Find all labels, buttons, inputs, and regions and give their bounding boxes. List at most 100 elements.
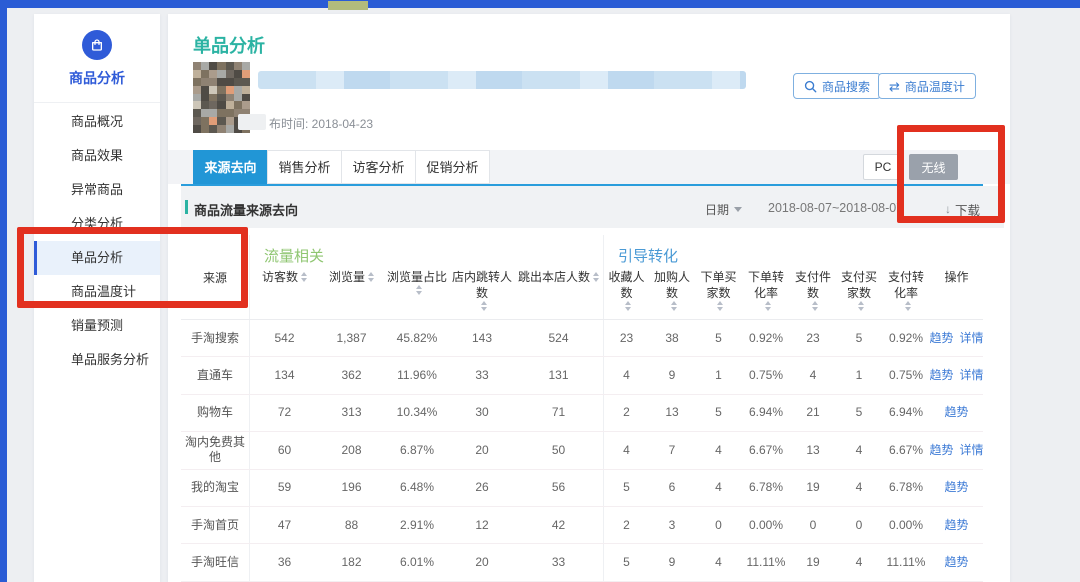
- listing-time: 布时间: 2018-04-23: [269, 115, 373, 132]
- main-panel: 单品分析 布时间: 2018-04-23 商品搜索 ⇄ 商品温度计 来源去向销售…: [168, 14, 1010, 582]
- sort-icon[interactable]: [765, 301, 771, 311]
- trend-link[interactable]: 趋势: [944, 405, 968, 420]
- trend-link[interactable]: 趋势: [930, 368, 954, 383]
- action-cell: 趋势详情: [930, 432, 983, 468]
- sort-up-arrow: [905, 301, 911, 305]
- value-cell: 4: [695, 470, 742, 506]
- tab[interactable]: 销售分析: [267, 150, 342, 184]
- sort-icon[interactable]: [717, 301, 723, 311]
- product-thermometer-button[interactable]: ⇄ 商品温度计: [878, 73, 976, 99]
- sort-icon[interactable]: [593, 272, 599, 282]
- value-cell: 4: [790, 357, 836, 393]
- sidebar-title: 商品分析: [34, 68, 160, 88]
- column-header: 浏览量: [319, 267, 384, 319]
- sort-up-arrow: [416, 285, 422, 289]
- sort-icon[interactable]: [368, 272, 374, 282]
- column-header-label: 下单买家数: [697, 269, 740, 301]
- sidebar-item[interactable]: 商品效果: [34, 139, 160, 173]
- download-button[interactable]: ↓下载: [945, 200, 980, 219]
- column-header-label: 收藏人数: [606, 269, 647, 301]
- table-row: 直通车13436211.96%331314910.75%410.75%趋势详情: [181, 357, 983, 394]
- source-cell: 直通车: [181, 357, 249, 393]
- sidebar-item[interactable]: 单品服务分析: [34, 343, 160, 377]
- table-row: 手淘搜索5421,38745.82%143524233850.92%2350.9…: [181, 320, 983, 357]
- detail-link[interactable]: 详情: [960, 443, 984, 458]
- product-search-button[interactable]: 商品搜索: [793, 73, 881, 99]
- sort-down-arrow: [812, 307, 818, 311]
- value-cell: 143: [450, 320, 514, 356]
- sort-down-arrow: [368, 278, 374, 282]
- sort-up-arrow: [765, 301, 771, 305]
- swap-arrows-icon: ⇄: [889, 80, 900, 93]
- sort-icon[interactable]: [905, 301, 911, 311]
- trend-link[interactable]: 趋势: [944, 555, 968, 570]
- column-header: 访客数: [249, 267, 319, 319]
- sort-icon[interactable]: [858, 301, 864, 311]
- trend-link[interactable]: 趋势: [930, 331, 954, 346]
- source-cell: 手淘搜索: [181, 320, 249, 356]
- source-cell: 我的淘宝: [181, 470, 249, 506]
- trend-link[interactable]: 趋势: [930, 443, 954, 458]
- date-dropdown[interactable]: 日期: [705, 201, 742, 218]
- sidebar-item[interactable]: 单品分析: [34, 241, 160, 275]
- tab[interactable]: 来源去向: [193, 150, 268, 184]
- source-cell: 淘内免费其他: [181, 432, 249, 468]
- sort-icon[interactable]: [625, 301, 631, 311]
- tab[interactable]: 访客分析: [341, 150, 416, 184]
- value-cell: 1,387: [319, 320, 384, 356]
- page-title: 单品分析: [193, 32, 265, 58]
- detail-link[interactable]: 详情: [960, 331, 984, 346]
- sort-up-arrow: [301, 272, 307, 276]
- sidebar-item[interactable]: 异常商品: [34, 173, 160, 207]
- table-header: 来源流量相关引导转化访客数浏览量浏览量占比店内跳转人数跳出本店人数收藏人数加购人…: [181, 235, 983, 320]
- tab-strip: 来源去向销售分析访客分析促销分析 PC 无线: [168, 150, 1010, 184]
- screen: 商品分析 商品概况商品效果异常商品分类分析单品分析商品温度计销量预测单品服务分析…: [0, 0, 1080, 582]
- table-row: 手淘首页47882.91%12422300.00%000.00%趋势: [181, 507, 983, 544]
- date-range-picker[interactable]: 2018-08-07~2018-08-07: [768, 201, 918, 215]
- sort-down-arrow: [593, 278, 599, 282]
- sort-down-arrow: [481, 307, 487, 311]
- value-cell: 6.78%: [742, 470, 790, 506]
- sort-icon[interactable]: [416, 285, 422, 295]
- wireless-toggle-button[interactable]: 无线: [909, 154, 958, 180]
- action-cell: 趋势: [930, 507, 983, 543]
- sort-icon[interactable]: [671, 301, 677, 311]
- sort-up-arrow: [812, 301, 818, 305]
- date-dropdown-label: 日期: [705, 203, 729, 217]
- product-analysis-icon: [82, 30, 112, 60]
- tab[interactable]: 促销分析: [415, 150, 490, 184]
- left-accent-strip: [0, 0, 7, 582]
- value-cell: 11.96%: [384, 357, 450, 393]
- value-cell: 72: [249, 395, 319, 431]
- sort-up-arrow: [625, 301, 631, 305]
- sort-icon[interactable]: [812, 301, 818, 311]
- column-header: 加购人数: [649, 267, 695, 319]
- value-cell: 2: [603, 395, 649, 431]
- sort-down-arrow: [717, 307, 723, 311]
- value-cell: 4: [836, 544, 882, 580]
- sidebar-item[interactable]: 商品温度计: [34, 275, 160, 309]
- sidebar-item[interactable]: 分类分析: [34, 207, 160, 241]
- value-cell: 10.34%: [384, 395, 450, 431]
- detail-link[interactable]: 详情: [960, 368, 984, 383]
- value-cell: 2.91%: [384, 507, 450, 543]
- value-cell: 131: [514, 357, 603, 393]
- column-header-label: 浏览量占比: [387, 269, 447, 285]
- value-cell: 4: [695, 544, 742, 580]
- value-cell: 6.48%: [384, 470, 450, 506]
- sort-up-arrow: [593, 272, 599, 276]
- trend-link[interactable]: 趋势: [944, 480, 968, 495]
- sort-icon[interactable]: [481, 301, 487, 311]
- sidebar-item[interactable]: 商品概况: [34, 105, 160, 139]
- topbar-tab[interactable]: [328, 1, 368, 10]
- sort-icon[interactable]: [301, 272, 307, 282]
- trend-link[interactable]: 趋势: [944, 518, 968, 533]
- value-cell: 11.11%: [742, 544, 790, 580]
- value-cell: 56: [514, 470, 603, 506]
- column-header: 跳出本店人数: [514, 267, 603, 319]
- sidebar-item[interactable]: 销量预测: [34, 309, 160, 343]
- group-header-traffic: 流量相关: [249, 235, 603, 267]
- pc-toggle-button[interactable]: PC: [863, 154, 903, 180]
- sort-down-arrow: [416, 291, 422, 295]
- value-cell: 5: [836, 320, 882, 356]
